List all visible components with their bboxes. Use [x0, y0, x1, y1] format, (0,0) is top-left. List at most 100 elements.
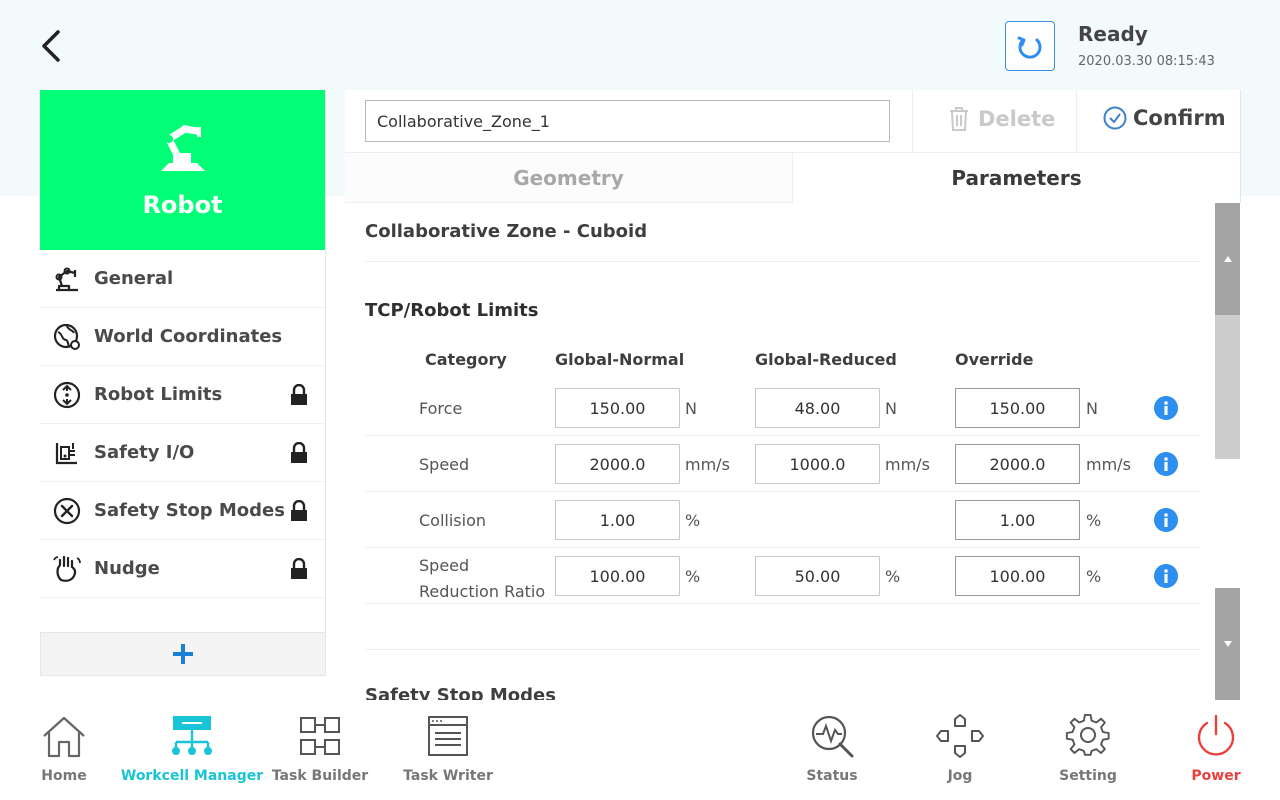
- robot-status: Ready: [1078, 22, 1148, 46]
- status-timestamp: 2020.03.30 08:15:43: [1078, 54, 1215, 69]
- global-normal-field[interactable]: 150.00: [555, 388, 680, 428]
- global-normal-field[interactable]: 1.00: [555, 500, 680, 540]
- confirm-label: Confirm: [1133, 106, 1226, 130]
- zone-name-input[interactable]: [365, 100, 890, 142]
- table-row: Force 150.00 N 48.00 N 150.00 N: [365, 380, 1200, 436]
- global-normal-field[interactable]: 100.00: [555, 556, 680, 596]
- section-title: TCP/Robot Limits: [365, 300, 539, 321]
- sidebar-item-safety-stop-modes[interactable]: Safety Stop Modes: [40, 482, 325, 540]
- gear-icon: [1065, 714, 1110, 756]
- unit-label: %: [885, 567, 901, 586]
- sidebar-item-robot-limits[interactable]: Robot Limits: [40, 366, 325, 424]
- override-field[interactable]: 2000.0: [955, 444, 1080, 484]
- unit-label: %: [685, 567, 701, 586]
- status-refresh-button[interactable]: [1005, 21, 1055, 71]
- override-field[interactable]: 100.00: [955, 556, 1080, 596]
- lock-icon: [289, 383, 309, 410]
- info-icon[interactable]: [1154, 564, 1178, 588]
- nav-power[interactable]: Power: [1152, 714, 1280, 784]
- scroll-up-button[interactable]: [1215, 203, 1240, 315]
- sidebar-item-label: General: [94, 268, 174, 289]
- robot-card-title: Robot: [142, 191, 223, 219]
- sidebar-menu: General World Coordinates Robot Limits S…: [40, 250, 325, 632]
- nav-jog[interactable]: Jog: [896, 714, 1024, 784]
- plus-icon: [173, 644, 193, 664]
- scroll-down-button[interactable]: [1215, 588, 1240, 700]
- triangle-down-icon: [1223, 641, 1232, 647]
- sidebar-item-safety-io[interactable]: Safety I/O: [40, 424, 325, 482]
- global-reduced-field[interactable]: 48.00: [755, 388, 880, 428]
- override-field[interactable]: 150.00: [955, 388, 1080, 428]
- sidebar-item-general[interactable]: General: [40, 250, 325, 308]
- check-circle-icon: [1103, 106, 1127, 130]
- nav-status[interactable]: Status: [768, 714, 896, 784]
- task-builder-icon: [300, 717, 340, 755]
- nav-label: Jog: [947, 768, 973, 784]
- nav-task-writer[interactable]: Task Writer: [384, 714, 512, 784]
- global-reduced-field[interactable]: 50.00: [755, 556, 880, 596]
- header-divider: [912, 90, 913, 152]
- zone-editor-header: Delete Confirm: [345, 90, 1241, 153]
- jog-arrows-icon: [936, 714, 984, 758]
- unit-label: mm/s: [685, 455, 730, 474]
- hand-icon: [52, 554, 82, 584]
- global-normal-field[interactable]: 2000.0: [555, 444, 680, 484]
- robot-arm-large-icon: [160, 125, 205, 171]
- nav-workcell-manager[interactable]: Workcell Manager: [121, 714, 263, 784]
- unit-label: mm/s: [1086, 455, 1131, 474]
- info-icon[interactable]: [1154, 396, 1178, 420]
- nav-label: Task Builder: [271, 768, 369, 784]
- table-row: Collision 1.00 % 1.00 %: [365, 492, 1200, 548]
- confirm-button[interactable]: Confirm: [1103, 106, 1226, 130]
- robot-card[interactable]: Robot: [40, 90, 325, 250]
- nav-task-builder[interactable]: Task Builder: [256, 714, 384, 784]
- sidebar-item-label: World Coordinates: [94, 326, 283, 347]
- editor-tabs: Geometry Parameters: [345, 153, 1241, 203]
- add-zone-button[interactable]: [40, 632, 326, 676]
- row-category: Collision: [419, 511, 487, 530]
- nav-home[interactable]: Home: [0, 714, 128, 784]
- sidebar-item-world-coordinates[interactable]: World Coordinates: [40, 308, 325, 366]
- global-reduced-field[interactable]: 1000.0: [755, 444, 880, 484]
- robot-arm-icon: [52, 264, 82, 294]
- info-icon[interactable]: [1154, 452, 1178, 476]
- unit-label: N: [885, 399, 897, 418]
- lock-icon: [289, 557, 309, 584]
- sidebar-item-nudge[interactable]: Nudge: [40, 540, 325, 598]
- triangle-up-icon: [1223, 256, 1232, 262]
- delete-label: Delete: [978, 107, 1056, 131]
- unit-label: %: [1086, 511, 1102, 530]
- tab-geometry[interactable]: Geometry: [345, 153, 793, 203]
- override-field[interactable]: 1.00: [955, 500, 1080, 540]
- vertical-scrollbar[interactable]: [1215, 203, 1240, 700]
- unit-label: %: [1086, 567, 1102, 586]
- column-header-global-reduced: Global-Reduced: [755, 350, 897, 369]
- table-row: Speed Reduction Ratio 100.00 % 50.00 % 1…: [365, 548, 1200, 604]
- unit-label: mm/s: [885, 455, 930, 474]
- column-header-override: Override: [955, 350, 1034, 369]
- info-icon[interactable]: [1154, 508, 1178, 532]
- divider: [365, 649, 1200, 650]
- trash-icon: [950, 107, 968, 131]
- row-category: Speed Reduction Ratio: [419, 556, 546, 601]
- stop-x-circle-icon: [52, 496, 82, 526]
- row-category: Speed: [419, 455, 470, 474]
- nav-setting[interactable]: Setting: [1024, 714, 1152, 784]
- lock-icon: [289, 499, 309, 526]
- delete-button[interactable]: Delete: [948, 106, 1055, 132]
- tab-parameters[interactable]: Parameters: [793, 153, 1240, 203]
- nav-label: Power: [1191, 768, 1241, 784]
- power-icon: [1197, 714, 1235, 756]
- column-header-category: Category: [425, 350, 507, 369]
- section-title: Safety Stop Modes: [365, 685, 556, 700]
- limit-circle-icon: [52, 380, 82, 410]
- header-divider: [1076, 90, 1077, 152]
- zone-type-title: Collaborative Zone - Cuboid: [365, 221, 648, 242]
- scroll-thumb[interactable]: [1215, 315, 1240, 459]
- status-magnifier-icon: [811, 715, 854, 758]
- nav-label: Status: [806, 768, 858, 784]
- back-button[interactable]: [30, 24, 74, 68]
- unit-label: %: [685, 511, 701, 530]
- divider: [365, 261, 1200, 262]
- nav-label: Workcell Manager: [120, 768, 264, 784]
